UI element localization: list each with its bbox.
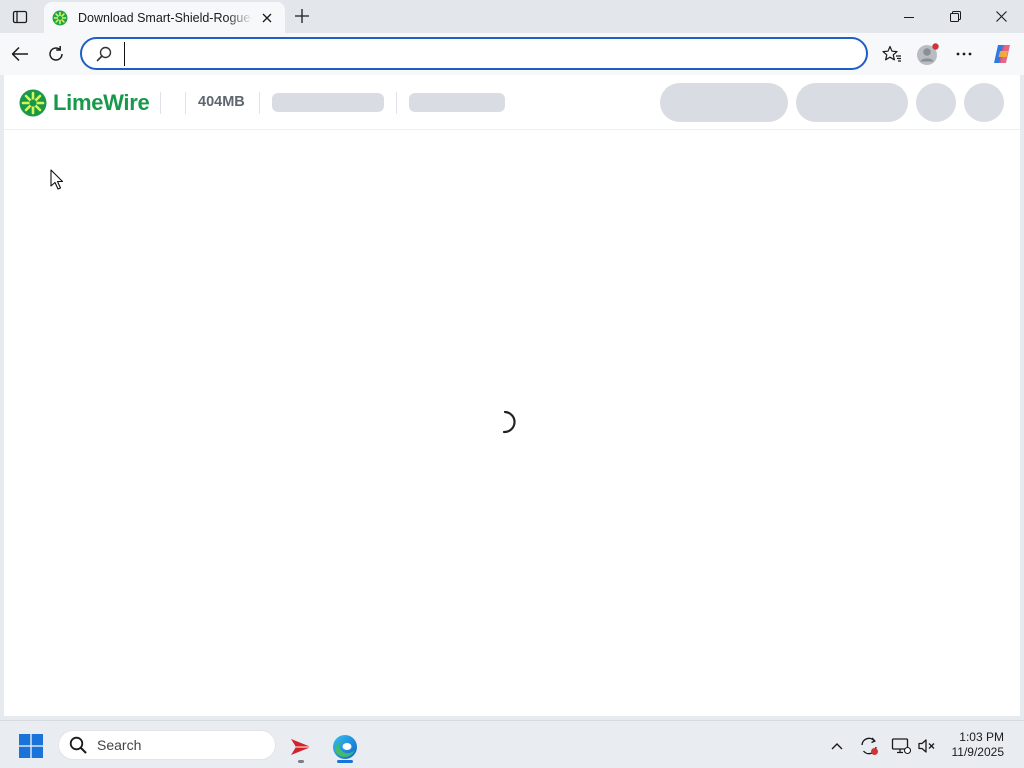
header-divider	[160, 92, 161, 114]
favorites-button[interactable]	[878, 40, 906, 68]
close-icon	[262, 13, 272, 23]
pdf-app-icon	[291, 739, 311, 755]
header-divider	[259, 92, 260, 114]
search-icon	[96, 46, 112, 61]
logo-text: LimeWire	[53, 90, 150, 115]
site-header: LimeWire 404MB	[4, 75, 1020, 130]
limewire-favicon	[52, 10, 68, 26]
chevron-up-icon	[831, 743, 843, 750]
skeleton-avatar	[916, 83, 956, 122]
tray-volume[interactable]	[916, 735, 938, 757]
network-icon	[891, 738, 911, 755]
browser-toolbar	[0, 33, 1024, 75]
more-options-button[interactable]	[950, 40, 978, 68]
new-tab-button[interactable]	[290, 5, 314, 27]
tray-network[interactable]	[890, 735, 912, 757]
limewire-logo-icon	[19, 89, 47, 117]
tab-actions-button[interactable]	[8, 6, 32, 28]
web-page: LimeWire 404MB	[4, 75, 1020, 716]
skeleton-placeholder	[409, 93, 505, 112]
back-button[interactable]	[6, 40, 34, 68]
favorites-icon	[882, 45, 901, 62]
more-icon	[956, 52, 972, 56]
taskbar-app-edge[interactable]	[327, 729, 363, 765]
tab-actions-icon	[12, 10, 28, 24]
taskbar-clock[interactable]: 1:03 PM 11/9/2025	[952, 730, 1005, 760]
window-close-icon	[995, 11, 1007, 22]
skeleton-placeholder	[272, 93, 384, 112]
limewire-logo[interactable]: LimeWire	[19, 89, 150, 117]
skeleton-button	[796, 83, 908, 122]
skeleton-button	[660, 83, 788, 122]
profile-button[interactable]	[914, 40, 942, 68]
profile-icon	[917, 43, 939, 65]
task-indicator-active	[337, 760, 353, 763]
minimize-icon	[904, 16, 914, 18]
address-input[interactable]	[124, 41, 866, 66]
taskbar-search[interactable]: Search	[58, 730, 276, 760]
mouse-cursor-icon	[50, 169, 64, 190]
minimize-button[interactable]	[886, 0, 932, 33]
volume-muted-icon	[918, 739, 935, 753]
browser-tab-active[interactable]: Download Smart-Shield-Rogue-Anti-Spyware…	[44, 2, 285, 34]
address-bar[interactable]	[80, 37, 868, 70]
file-size-label: 404MB	[198, 94, 245, 110]
header-divider	[396, 92, 397, 114]
window-close-button[interactable]	[978, 0, 1024, 33]
taskbar-app-pdf[interactable]	[283, 729, 319, 765]
plus-icon	[295, 9, 309, 23]
copilot-icon	[994, 45, 1010, 63]
tab-close-button[interactable]	[257, 8, 277, 28]
tab-strip: Download Smart-Shield-Rogue-Anti-Spyware…	[0, 0, 1024, 34]
refresh-button[interactable]	[42, 40, 70, 68]
sync-icon	[861, 737, 878, 755]
refresh-icon	[49, 46, 63, 61]
loading-spinner-icon	[502, 410, 516, 434]
task-indicator	[298, 760, 304, 763]
clock-time: 1:03 PM	[959, 730, 1004, 744]
tab-title: Download Smart-Shield-Rogue-Anti-Spyware…	[78, 11, 253, 25]
skeleton-avatar	[964, 83, 1004, 122]
header-divider	[185, 92, 186, 114]
show-hidden-icons-button[interactable]	[826, 735, 848, 757]
clock-date: 11/9/2025	[951, 745, 1005, 759]
edge-icon	[333, 735, 357, 759]
taskbar: Search 1:03 PM 11/9/2025	[0, 720, 1024, 768]
copilot-button[interactable]	[988, 40, 1016, 68]
windows-start-icon[interactable]	[18, 733, 44, 759]
restore-button[interactable]	[932, 0, 978, 33]
back-icon	[11, 46, 28, 62]
restore-icon	[949, 11, 961, 22]
taskbar-search-label: Search	[97, 737, 142, 753]
tray-sync[interactable]	[858, 735, 880, 757]
search-icon	[69, 736, 87, 754]
